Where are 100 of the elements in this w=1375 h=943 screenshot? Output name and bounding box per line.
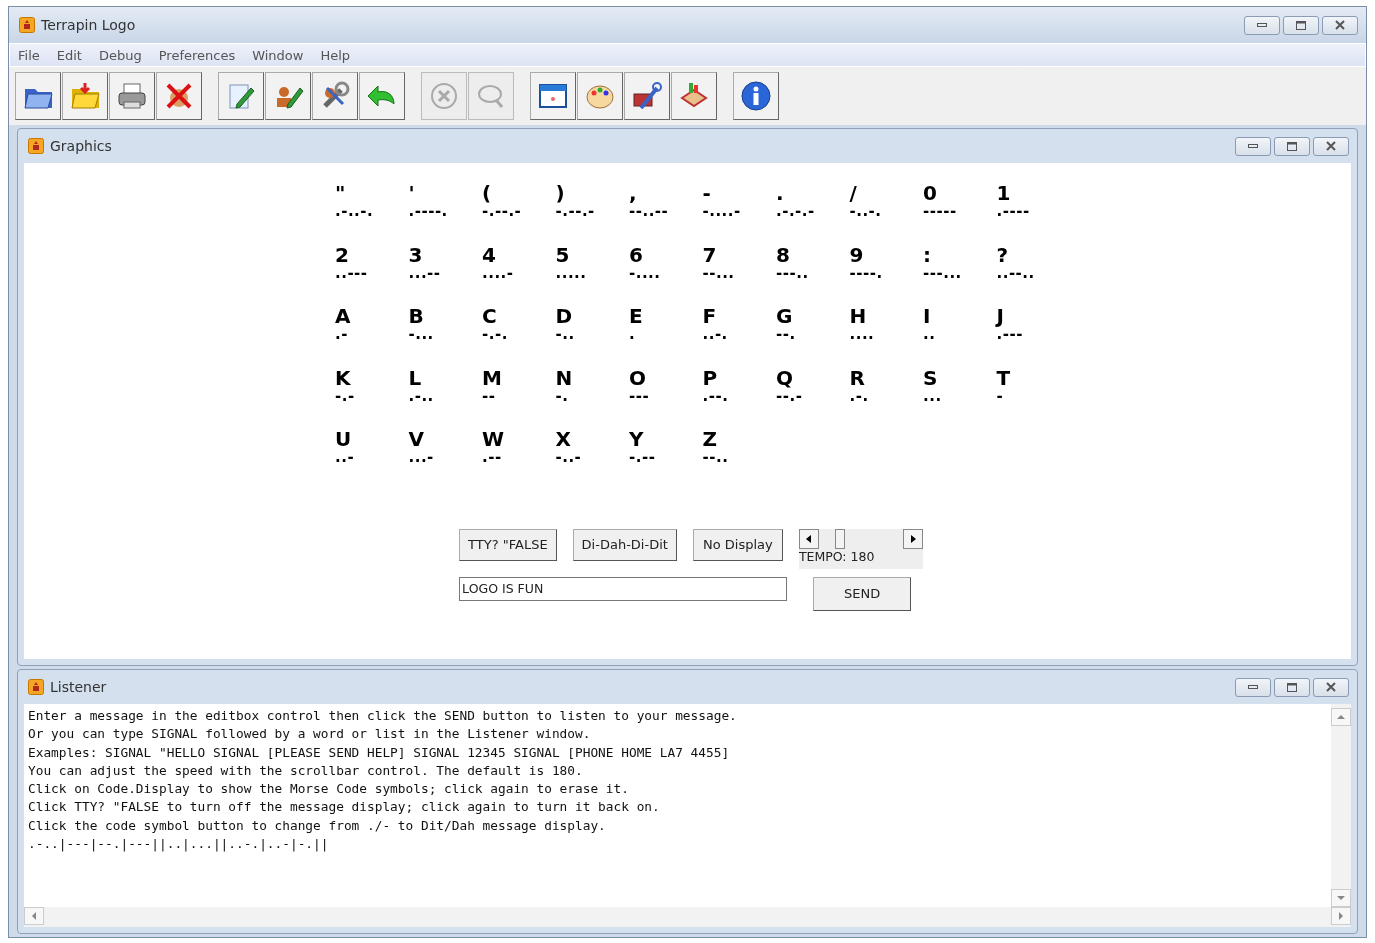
morse-character: T — [996, 365, 1011, 390]
toolbar-button[interactable] — [359, 72, 405, 120]
minimize-button[interactable] — [1235, 677, 1271, 697]
minimize-icon — [1248, 685, 1258, 689]
morse-character: D — [555, 304, 573, 328]
menu-item[interactable]: Help — [320, 47, 351, 63]
listener-line: Click on Code.Display to show the Morse Code symbols; click again to erase it. — [28, 780, 630, 799]
morse-character: L — [408, 365, 422, 390]
send-button[interactable]: SEND — [813, 576, 912, 611]
toolbar-button[interactable] — [530, 72, 576, 120]
morse-code: -..- — [555, 451, 582, 463]
morse-code: .- — [335, 328, 348, 340]
morse-code: . — [629, 328, 636, 340]
down-arrow-icon — [1336, 894, 1346, 902]
scrollbar-thumb[interactable] — [835, 528, 846, 549]
morse-character: P — [702, 365, 718, 390]
maximize-button[interactable] — [1283, 15, 1319, 35]
scroll-left-button[interactable] — [798, 528, 819, 549]
vertical-scrollbar[interactable] — [1331, 704, 1351, 907]
morse-code: ----- — [923, 205, 957, 217]
push-button[interactable]: TTY? "FALSE — [459, 528, 557, 561]
minimize-button[interactable] — [1244, 15, 1280, 35]
up-arrow-icon — [1336, 713, 1346, 721]
toolbar-button[interactable] — [62, 72, 108, 120]
toolbar-button[interactable] — [671, 72, 717, 120]
morse-character: M — [482, 365, 502, 390]
left-arrow-icon — [30, 911, 38, 921]
morse-code: ..--- — [335, 266, 368, 279]
toolbar-button[interactable] — [218, 72, 264, 120]
menu-item[interactable]: Window — [252, 47, 304, 63]
tempo-scrollbar[interactable] — [798, 528, 923, 549]
close-button[interactable] — [1313, 136, 1349, 156]
morse-code: .-- — [482, 451, 502, 463]
morse-character: 3 — [408, 242, 423, 267]
folder-icon — [69, 80, 101, 112]
scroll-right-button[interactable] — [902, 528, 923, 549]
morse-character: : — [923, 242, 931, 267]
morse-character: Z — [702, 427, 717, 451]
morse-character: / — [849, 181, 857, 205]
close-icon — [1326, 141, 1336, 151]
listener-line: Click TTY? "FALSE to turn off the message display; click again to turn it back on. — [28, 798, 661, 817]
morse-character: R — [849, 365, 865, 390]
message-input-field[interactable]: LOGO IS FUN — [459, 576, 788, 601]
menu-item[interactable]: Debug — [98, 47, 142, 63]
toolbar-button[interactable] — [156, 72, 202, 120]
morse-character: . — [776, 181, 784, 205]
morse-code: ..--.. — [996, 266, 1035, 279]
scroll-up-button[interactable] — [1331, 708, 1351, 726]
toolbar-button[interactable] — [109, 72, 155, 120]
morse-code: -... — [408, 328, 434, 340]
scroll-down-button[interactable] — [1331, 889, 1351, 907]
morse-code: ..-. — [702, 328, 728, 340]
app-logo-icon — [28, 138, 44, 154]
toolbar-button[interactable] — [265, 72, 311, 120]
toolbar-button[interactable] — [312, 72, 358, 120]
printer-icon — [116, 80, 148, 112]
menu-item[interactable]: Preferences — [158, 47, 236, 63]
toolbar-button[interactable] — [733, 72, 779, 120]
morse-character: O — [629, 365, 646, 390]
morse-code: ..... — [555, 266, 587, 279]
morse-character: Y — [629, 427, 644, 451]
close-button[interactable] — [1313, 677, 1349, 697]
morse-code: -.... — [629, 266, 661, 279]
morse-code: .-.-.- — [776, 205, 815, 217]
minimize-button[interactable] — [1235, 136, 1271, 156]
close-button[interactable] — [1322, 15, 1358, 35]
menu-item[interactable]: Edit — [56, 47, 82, 63]
listener-line: Examples: SIGNAL "HELLO SIGNAL [PLEASE SEND HELP] SIGNAL 12345 SIGNAL [PHONE HOME LA7 4455] — [28, 743, 731, 762]
window-title: Terrapin Logo — [41, 17, 136, 33]
window-title: Listener — [50, 679, 107, 695]
morse-code: -.- — [335, 389, 355, 402]
listener-line: Or you can type SIGNAL followed by a word or list in the Listener window. — [28, 725, 592, 744]
morse-code: .-..-. — [335, 205, 374, 217]
morse-code: ---... — [923, 266, 962, 279]
push-button[interactable]: No Display — [692, 528, 783, 561]
morse-code: .-. — [849, 389, 869, 402]
minimize-icon — [1248, 144, 1258, 148]
minimize-icon — [1257, 23, 1267, 27]
morse-character: 9 — [849, 242, 864, 267]
toolbar-button[interactable] — [624, 72, 670, 120]
morse-character: 2 — [335, 242, 349, 267]
morse-code: --..-- — [629, 205, 669, 217]
toolbar-button[interactable] — [577, 72, 623, 120]
morse-code: .. — [923, 328, 936, 340]
morse-character: U — [335, 427, 352, 451]
menu-item[interactable]: File — [18, 47, 40, 63]
morse-character: , — [629, 181, 637, 205]
morse-character: ' — [408, 181, 415, 205]
maximize-icon — [1296, 20, 1306, 30]
morse-code: --.- — [776, 389, 803, 402]
morse-character: - — [702, 181, 711, 205]
morse-character: ) — [555, 181, 565, 205]
maximize-button[interactable] — [1274, 136, 1310, 156]
morse-code: --.. — [702, 451, 729, 463]
toolbar-button[interactable] — [15, 72, 61, 120]
maximize-button[interactable] — [1274, 677, 1310, 697]
push-button[interactable]: Di-Dah-Di-Dit — [572, 528, 677, 561]
wrench-icon — [631, 80, 663, 112]
morse-character: I — [923, 304, 931, 328]
morse-character: N — [555, 365, 573, 390]
